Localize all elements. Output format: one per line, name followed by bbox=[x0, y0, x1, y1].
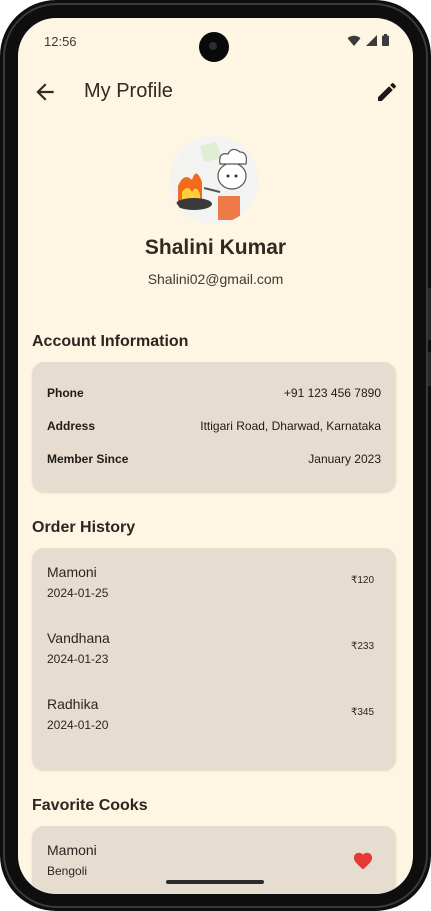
avatar bbox=[170, 136, 258, 224]
order-row[interactable]: Radhika 2024-01-20 ₹345 bbox=[47, 696, 374, 740]
signal-icon bbox=[366, 34, 377, 46]
order-price: ₹345 bbox=[350, 707, 374, 718]
order-cook-name: Radhika bbox=[47, 696, 99, 712]
app-bar: My Profile bbox=[18, 70, 413, 114]
order-row[interactable]: Vandhana 2024-01-23 ₹233 bbox=[47, 630, 374, 674]
arrow-left-icon[interactable] bbox=[32, 79, 58, 105]
profile-email: Shalini02@gmail.com bbox=[147, 271, 284, 287]
info-row-phone: Phone +91 123 456 7890 bbox=[47, 386, 381, 406]
orders-section-title: Order History bbox=[32, 519, 136, 536]
wifi-icon bbox=[347, 35, 361, 46]
favorite-cook-name: Mamoni bbox=[47, 842, 97, 858]
page-title: My Profile bbox=[84, 80, 173, 102]
order-price: ₹233 bbox=[350, 641, 374, 652]
home-indicator[interactable] bbox=[166, 880, 264, 884]
chef-avatar-icon bbox=[170, 136, 258, 224]
profile-name: Shalini Kumar bbox=[144, 236, 287, 259]
info-label: Address bbox=[47, 419, 96, 433]
heart-icon[interactable] bbox=[352, 850, 374, 870]
status-bar: 12:56 bbox=[18, 18, 413, 62]
info-label: Member Since bbox=[47, 452, 129, 466]
pencil-icon[interactable] bbox=[375, 80, 399, 104]
order-date: 2024-01-20 bbox=[47, 718, 109, 732]
front-camera bbox=[199, 32, 229, 62]
order-date: 2024-01-23 bbox=[47, 652, 109, 666]
order-cook-name: Vandhana bbox=[47, 630, 110, 646]
status-time: 12:56 bbox=[44, 34, 77, 49]
order-row[interactable]: Mamoni 2024-01-25 ₹120 bbox=[47, 564, 374, 608]
order-price: ₹120 bbox=[350, 575, 374, 586]
info-value: Ittigari Road, Dharwad, Karnataka bbox=[200, 419, 381, 433]
info-value: +91 123 456 7890 bbox=[283, 386, 381, 400]
info-label: Phone bbox=[47, 386, 84, 400]
account-info-card: Phone +91 123 456 7890 Address Ittigari … bbox=[32, 362, 396, 492]
battery-icon bbox=[382, 34, 389, 46]
info-row-member-since: Member Since January 2023 bbox=[47, 452, 381, 472]
account-section-title: Account Information bbox=[32, 333, 189, 350]
order-date: 2024-01-25 bbox=[47, 586, 109, 600]
order-cook-name: Mamoni bbox=[47, 564, 97, 580]
favorites-section-title: Favorite Cooks bbox=[32, 797, 148, 814]
info-value: January 2023 bbox=[308, 452, 381, 466]
info-row-address: Address Ittigari Road, Dharwad, Karnatak… bbox=[47, 419, 381, 439]
order-history-card: Mamoni 2024-01-25 ₹120 Vandhana 2024-01-… bbox=[32, 548, 396, 770]
status-icons bbox=[347, 34, 389, 46]
phone-frame: 12:56 My Profile Shalini Kumar Shalini02… bbox=[0, 0, 431, 911]
app-screen: 12:56 My Profile Shalini Kumar Shalini02… bbox=[18, 18, 413, 894]
favorite-cook-cuisine: Bengoli bbox=[47, 864, 88, 878]
